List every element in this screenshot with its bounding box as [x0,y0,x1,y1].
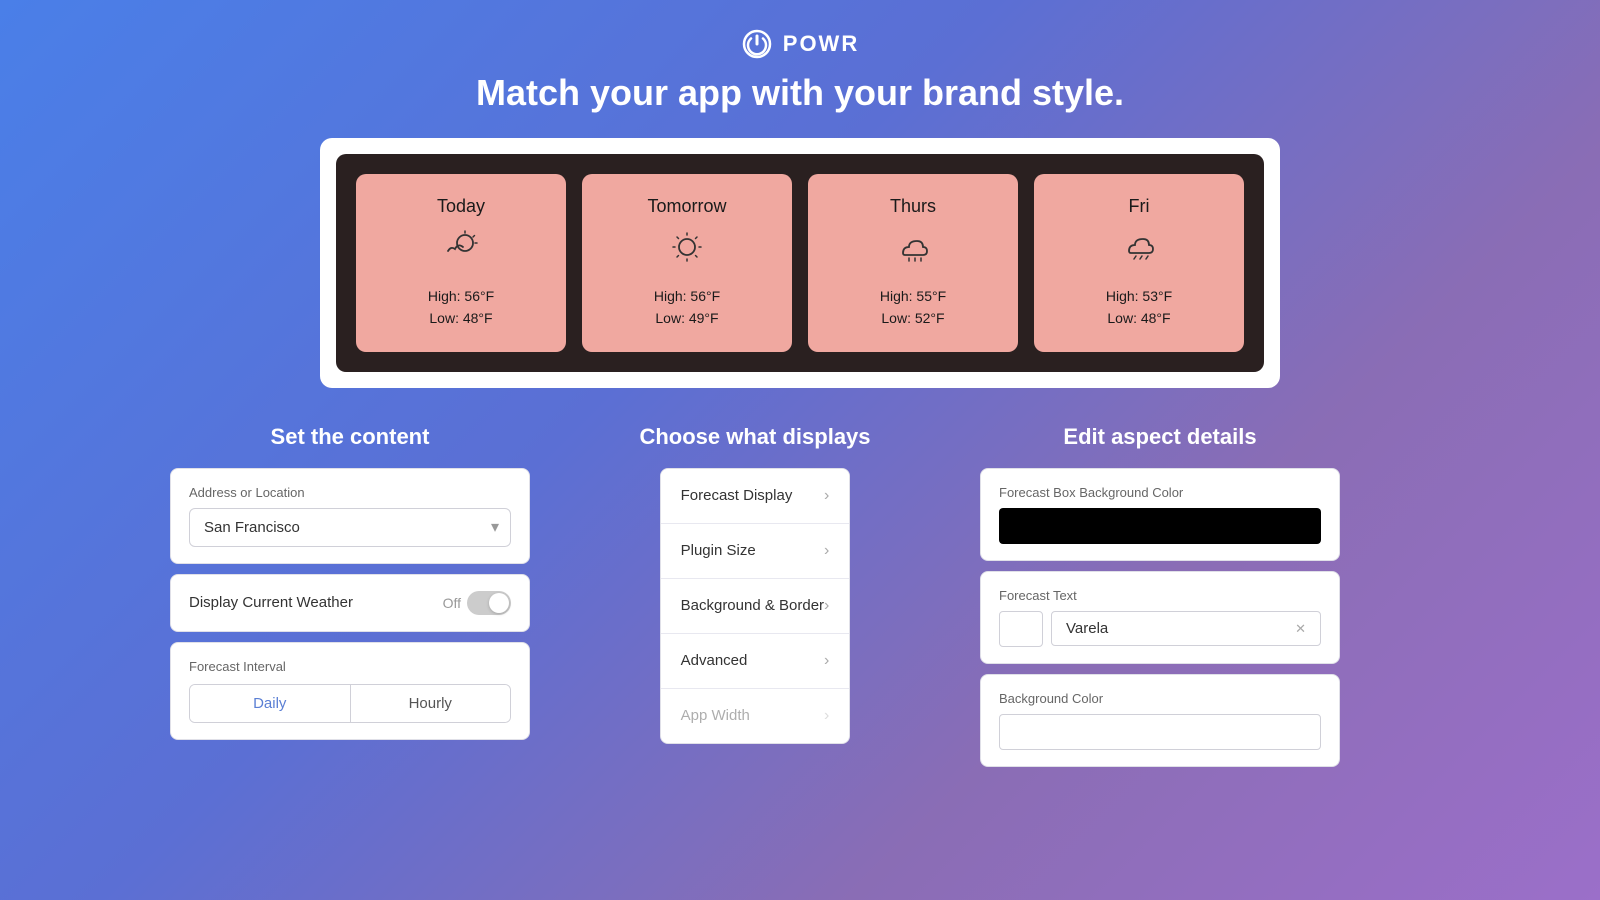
right-panel-title: Edit aspect details [1063,424,1256,450]
toggle-container[interactable]: Off [443,591,511,615]
brand-logo: POWR [741,28,859,60]
toggle-off-label: Off [443,595,461,611]
weather-icon-2 [895,229,931,273]
weather-temp-0: High: 56°F Low: 48°F [428,285,494,330]
font-name: Varela [1066,620,1108,637]
chevron-icon-3: › [824,652,829,670]
weather-strip: Today High: 56°F Low: 48°F Tomorrow [336,154,1264,372]
menu-item-advanced[interactable]: Advanced › [661,634,850,689]
bg-color-swatch[interactable] [999,714,1321,750]
weather-day-1: Tomorrow [647,196,726,217]
left-panel: Set the content Address or Location San … [170,424,530,777]
address-card: Address or Location San Francisco ▾ [170,468,530,564]
menu-card: Forecast Display › Plugin Size › Backgro… [660,468,851,744]
display-current-weather-card: Display Current Weather Off [170,574,530,632]
weather-day-0: Today [437,196,485,217]
weather-card-thurs: Thurs High: 55°F Low: 52°F [808,174,1018,352]
weather-icon-0 [443,229,479,273]
middle-panel: Choose what displays Forecast Display › … [570,424,940,777]
font-clear-icon[interactable]: ✕ [1295,621,1306,637]
forecast-bg-color-label: Forecast Box Background Color [999,485,1321,500]
weather-card-today: Today High: 56°F Low: 48°F [356,174,566,352]
weather-card-tomorrow: Tomorrow High: 56°F Low: 49°F [582,174,792,352]
chevron-icon-1: › [824,542,829,560]
bottom-section: Set the content Address or Location San … [170,424,1430,777]
middle-panel-title: Choose what displays [639,424,870,450]
weather-temp-2: High: 55°F Low: 52°F [880,285,946,330]
weather-card-fri: Fri High: 53°F Low: 48°F [1034,174,1244,352]
toggle-row: Display Current Weather Off [189,591,511,615]
toggle-switch[interactable] [467,591,511,615]
forecast-bg-color-card: Forecast Box Background Color [980,468,1340,561]
menu-item-background-border[interactable]: Background & Border › [661,579,850,634]
daily-button[interactable]: Daily [190,685,350,722]
weather-icon-3 [1121,229,1157,273]
address-select-wrapper[interactable]: San Francisco ▾ [189,508,511,547]
weather-day-3: Fri [1129,196,1150,217]
font-select[interactable]: Varela ✕ [1051,611,1321,646]
weather-icon-1 [669,229,705,273]
bg-color-label: Background Color [999,691,1321,706]
address-label: Address or Location [189,485,511,500]
forecast-text-row: Varela ✕ [999,611,1321,647]
menu-item-plugin-size[interactable]: Plugin Size › [661,524,850,579]
weather-temp-1: High: 56°F Low: 49°F [654,285,720,330]
forecast-text-label: Forecast Text [999,588,1321,603]
forecast-interval-label: Forecast Interval [189,659,511,674]
display-current-weather-label: Display Current Weather [189,594,353,611]
font-tag: Varela [1066,620,1108,637]
chevron-icon-4: › [824,707,829,725]
power-icon [741,28,773,60]
forecast-bg-color-swatch[interactable] [999,508,1321,544]
forecast-interval-card: Forecast Interval Daily Hourly [170,642,530,740]
weather-preview: Today High: 56°F Low: 48°F Tomorrow [320,138,1280,388]
tagline: Match your app with your brand style. [476,72,1124,114]
weather-day-2: Thurs [890,196,936,217]
weather-temp-3: High: 53°F Low: 48°F [1106,285,1172,330]
hourly-button[interactable]: Hourly [351,685,511,722]
bg-color-card: Background Color [980,674,1340,767]
chevron-icon-2: › [824,597,829,615]
forecast-text-card: Forecast Text Varela ✕ [980,571,1340,664]
forecast-text-color-swatch[interactable] [999,611,1043,647]
right-panel: Edit aspect details Forecast Box Backgro… [980,424,1340,777]
menu-item-app-width[interactable]: App Width › [661,689,850,743]
toggle-knob [489,593,509,613]
chevron-icon-0: › [824,487,829,505]
left-panel-title: Set the content [271,424,430,450]
menu-item-forecast-display[interactable]: Forecast Display › [661,469,850,524]
address-select[interactable]: San Francisco [189,508,511,547]
header: POWR Match your app with your brand styl… [476,0,1124,114]
interval-buttons: Daily Hourly [189,684,511,723]
